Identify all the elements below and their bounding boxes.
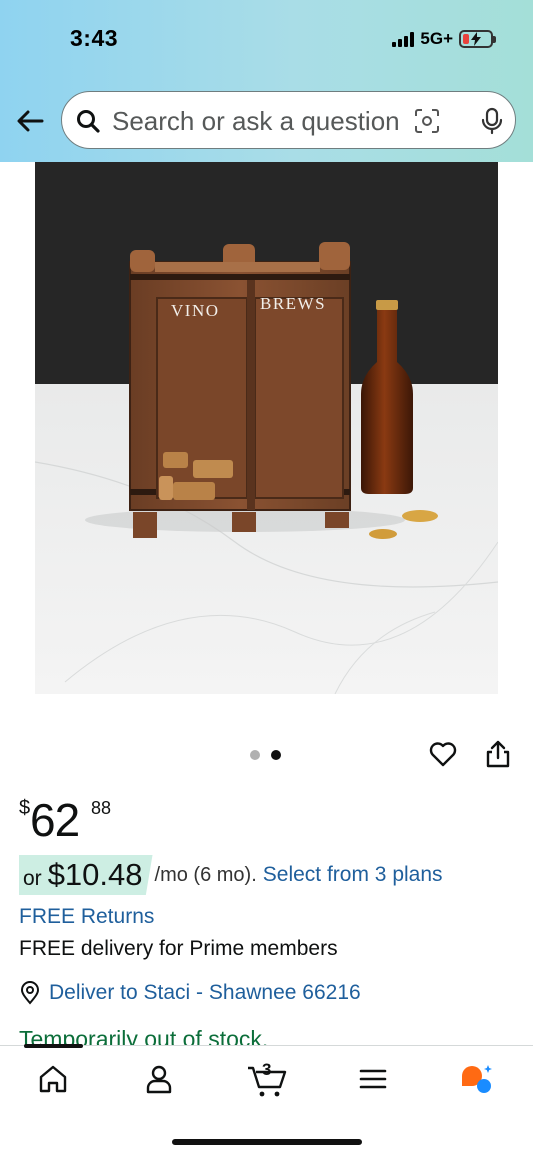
- monthly-or: or: [23, 867, 42, 890]
- price-currency: $: [19, 797, 31, 819]
- product-image[interactable]: VINO BREWS: [35, 162, 498, 694]
- monthly-payment: or $10.48 /mo (6 mo). Select from 3 plan…: [19, 855, 443, 895]
- crate-shape: VINO BREWS: [129, 242, 351, 538]
- account-icon[interactable]: [142, 1062, 176, 1096]
- image-pagination[interactable]: [250, 750, 281, 760]
- battery-icon: [459, 30, 496, 48]
- product-photo: VINO BREWS: [35, 162, 498, 694]
- cart-count: 3: [262, 1060, 272, 1079]
- search-input[interactable]: Search or ask a question: [61, 91, 516, 149]
- nav-active-indicator: [24, 1044, 83, 1048]
- svg-text:VINO: VINO: [171, 301, 220, 320]
- select-plans-link[interactable]: Select from 3 plans: [263, 863, 443, 887]
- search-placeholder: Search or ask a question: [112, 106, 400, 136]
- deliver-to-link[interactable]: Deliver to Staci - Shawnee 66216: [19, 981, 361, 1005]
- signal-icon: [392, 31, 415, 47]
- free-returns-link[interactable]: FREE Returns: [19, 905, 154, 929]
- home-icon[interactable]: [36, 1062, 70, 1096]
- location-pin-icon: [20, 981, 40, 1005]
- monthly-highlight: or $10.48: [19, 855, 153, 895]
- status-time: 3:43: [70, 25, 119, 51]
- camera-search-icon[interactable]: [414, 108, 440, 134]
- price-whole: 62: [30, 794, 80, 846]
- delivery-info: FREE delivery for Prime members: [19, 937, 338, 960]
- bottom-nav: 3: [0, 1044, 533, 1156]
- deliver-to-text: Deliver to Staci - Shawnee 66216: [49, 981, 361, 1004]
- status-icons: 5G+: [392, 28, 496, 50]
- network-type: 5G+: [420, 29, 453, 48]
- rufus-icon[interactable]: [458, 1062, 492, 1096]
- microphone-icon[interactable]: [477, 106, 507, 136]
- home-indicator: [172, 1139, 362, 1145]
- menu-icon[interactable]: [356, 1062, 390, 1096]
- cart-button[interactable]: 3: [246, 1060, 288, 1100]
- pagination-dot-active[interactable]: [271, 750, 281, 760]
- pagination-dot[interactable]: [250, 750, 260, 760]
- monthly-term: /mo (6 mo).: [154, 863, 257, 886]
- search-icon: [77, 110, 100, 133]
- share-icon[interactable]: [484, 739, 512, 769]
- monthly-amount: $10.48: [47, 857, 143, 892]
- stock-status: Temporarily out of stock.: [19, 1026, 269, 1045]
- back-arrow-icon[interactable]: [14, 105, 46, 137]
- top-header: 3:43 5G+ Search or ask a question: [0, 0, 533, 162]
- price-fraction: 88: [91, 798, 112, 818]
- svg-text:BREWS: BREWS: [260, 294, 326, 313]
- heart-icon[interactable]: [428, 739, 458, 769]
